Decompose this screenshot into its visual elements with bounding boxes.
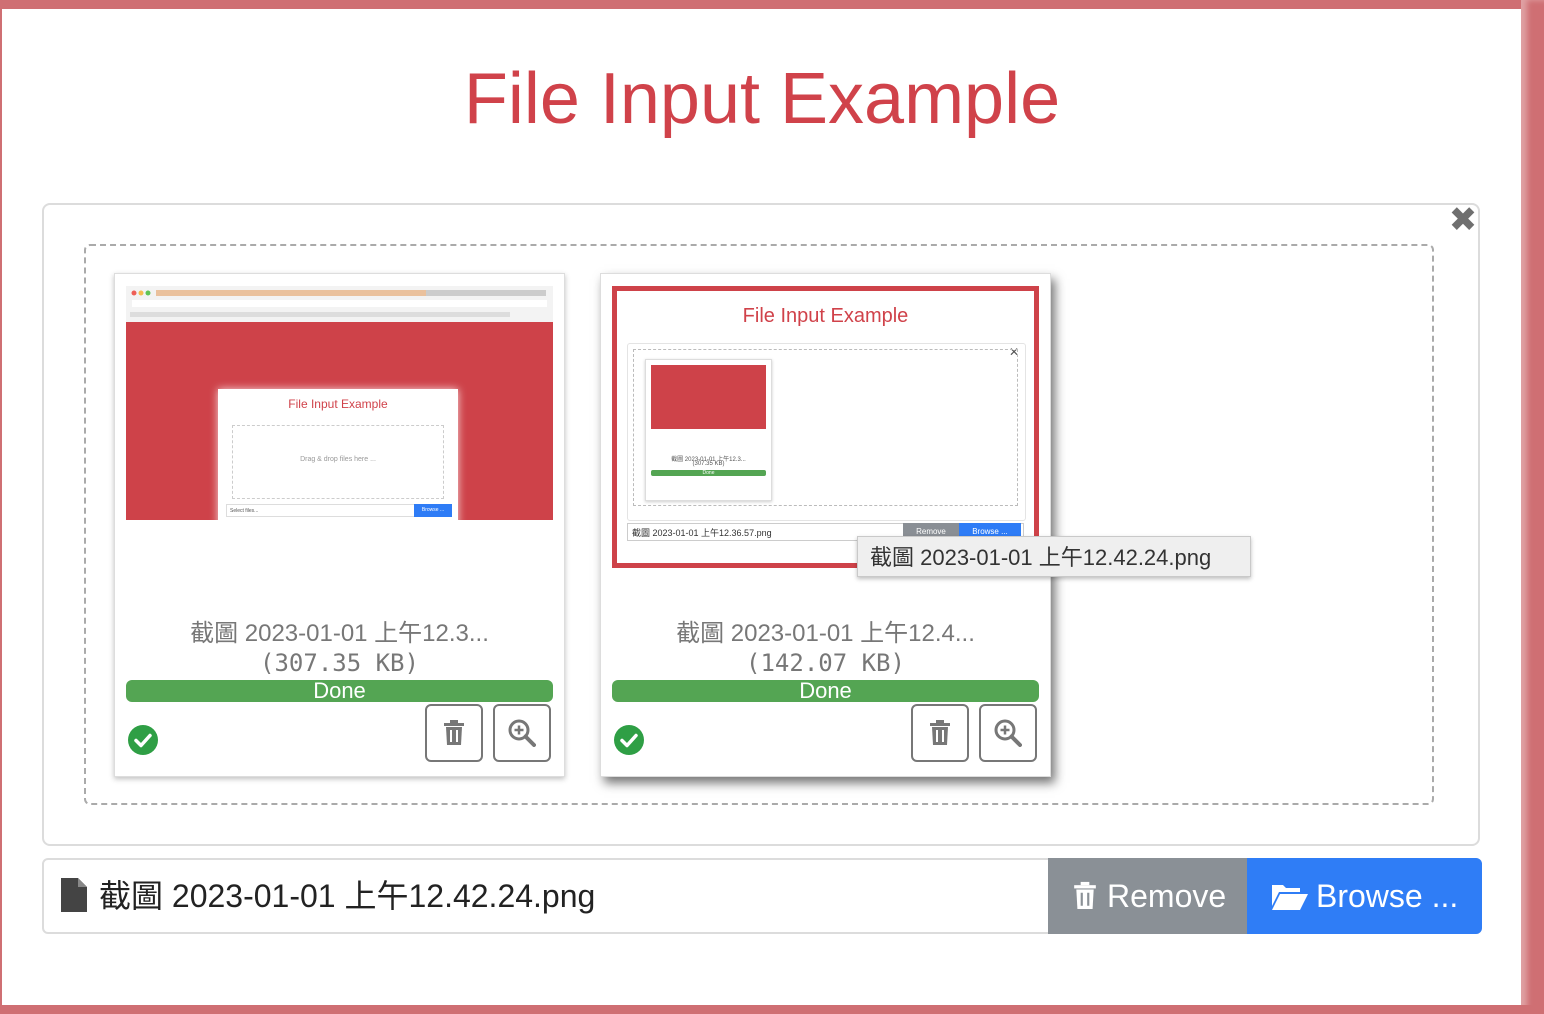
mini-card-size: (307.35 KB) bbox=[692, 461, 725, 467]
remove-button[interactable]: Remove bbox=[1048, 858, 1247, 934]
file-caption: 截圖 2023-01-01 上午12.4... bbox=[676, 620, 975, 647]
remove-file-button[interactable] bbox=[425, 704, 483, 762]
zoom-file-button[interactable] bbox=[979, 704, 1037, 762]
file-caption: 截圖 2023-01-01 上午12.3... bbox=[190, 620, 489, 647]
mini-browse-button: Browse ... bbox=[414, 504, 452, 517]
window-frame-bottom bbox=[0, 1005, 1544, 1014]
zoom-in-icon bbox=[994, 719, 1022, 747]
close-icon[interactable]: ✖ bbox=[1448, 203, 1478, 237]
window-frame-right bbox=[1521, 0, 1544, 1014]
window-frame-left bbox=[0, 0, 2, 1014]
zoom-in-icon bbox=[508, 719, 536, 747]
file-name-tooltip: 截圖 2023-01-01 上午12.42.24.png bbox=[857, 536, 1251, 577]
window-frame-top bbox=[0, 0, 1544, 9]
file-card: File Input Example Drag & drop files her… bbox=[114, 273, 565, 777]
mini-file-input-card: File Input Example Drag & drop files her… bbox=[218, 389, 458, 527]
mini-file-input: Select files... Browse ... bbox=[226, 504, 452, 517]
mini-input-placeholder: Select files... bbox=[230, 508, 259, 514]
remove-file-button[interactable] bbox=[911, 704, 969, 762]
mini-input-caption: 截圖 2023-01-01 上午12.36.57.png bbox=[632, 528, 772, 538]
trash-icon bbox=[930, 720, 950, 745]
browser-toolbar-icon bbox=[130, 290, 547, 317]
thumbnail-screenshot: File Input Example Drag & drop files her… bbox=[126, 322, 553, 527]
mini-drop-zone: Drag & drop files here ... bbox=[232, 425, 444, 499]
mini-title: File Input Example bbox=[742, 305, 909, 327]
mini-card-thumbnail bbox=[651, 365, 766, 429]
file-size: (142.07 KB) bbox=[746, 649, 905, 677]
folder-open-icon bbox=[1272, 885, 1308, 910]
page-title: File Input Example bbox=[463, 59, 1061, 139]
mini-title: File Input Example bbox=[288, 397, 388, 411]
mini-file-card: 截圖 2023-01-01 上午12.3... (307.35 KB) Done bbox=[645, 359, 772, 501]
file-caption-text: 截圖 2023-01-01 上午12.42.24.png bbox=[99, 878, 596, 914]
file-thumbnail[interactable]: File Input Example ✕ 截圖 2023-01-01 上午12.… bbox=[612, 286, 1039, 568]
file-card: File Input Example ✕ 截圖 2023-01-01 上午12.… bbox=[600, 273, 1051, 777]
file-thumbnail[interactable]: File Input Example Drag & drop files her… bbox=[126, 286, 553, 568]
mini-drop-text: Drag & drop files here ... bbox=[300, 456, 376, 463]
file-size: (307.35 KB) bbox=[260, 649, 419, 677]
mini-card-progress: Done bbox=[651, 470, 766, 476]
upload-progress-bar: Done bbox=[612, 680, 1039, 702]
remove-button-label: Remove bbox=[1107, 878, 1227, 914]
check-circle-icon bbox=[128, 725, 158, 755]
browse-button[interactable]: Browse ... bbox=[1247, 858, 1482, 934]
browse-button-label: Browse ... bbox=[1316, 878, 1459, 914]
thumbnail-screenshot: File Input Example ✕ 截圖 2023-01-01 上午12.… bbox=[612, 286, 1039, 568]
file-icon bbox=[61, 878, 87, 912]
trash-icon bbox=[444, 720, 464, 745]
upload-progress-bar: Done bbox=[126, 680, 553, 702]
thumbnail-browser-bar bbox=[126, 286, 553, 323]
check-circle-icon bbox=[614, 725, 644, 755]
trash-icon bbox=[1074, 881, 1096, 909]
zoom-file-button[interactable] bbox=[493, 704, 551, 762]
